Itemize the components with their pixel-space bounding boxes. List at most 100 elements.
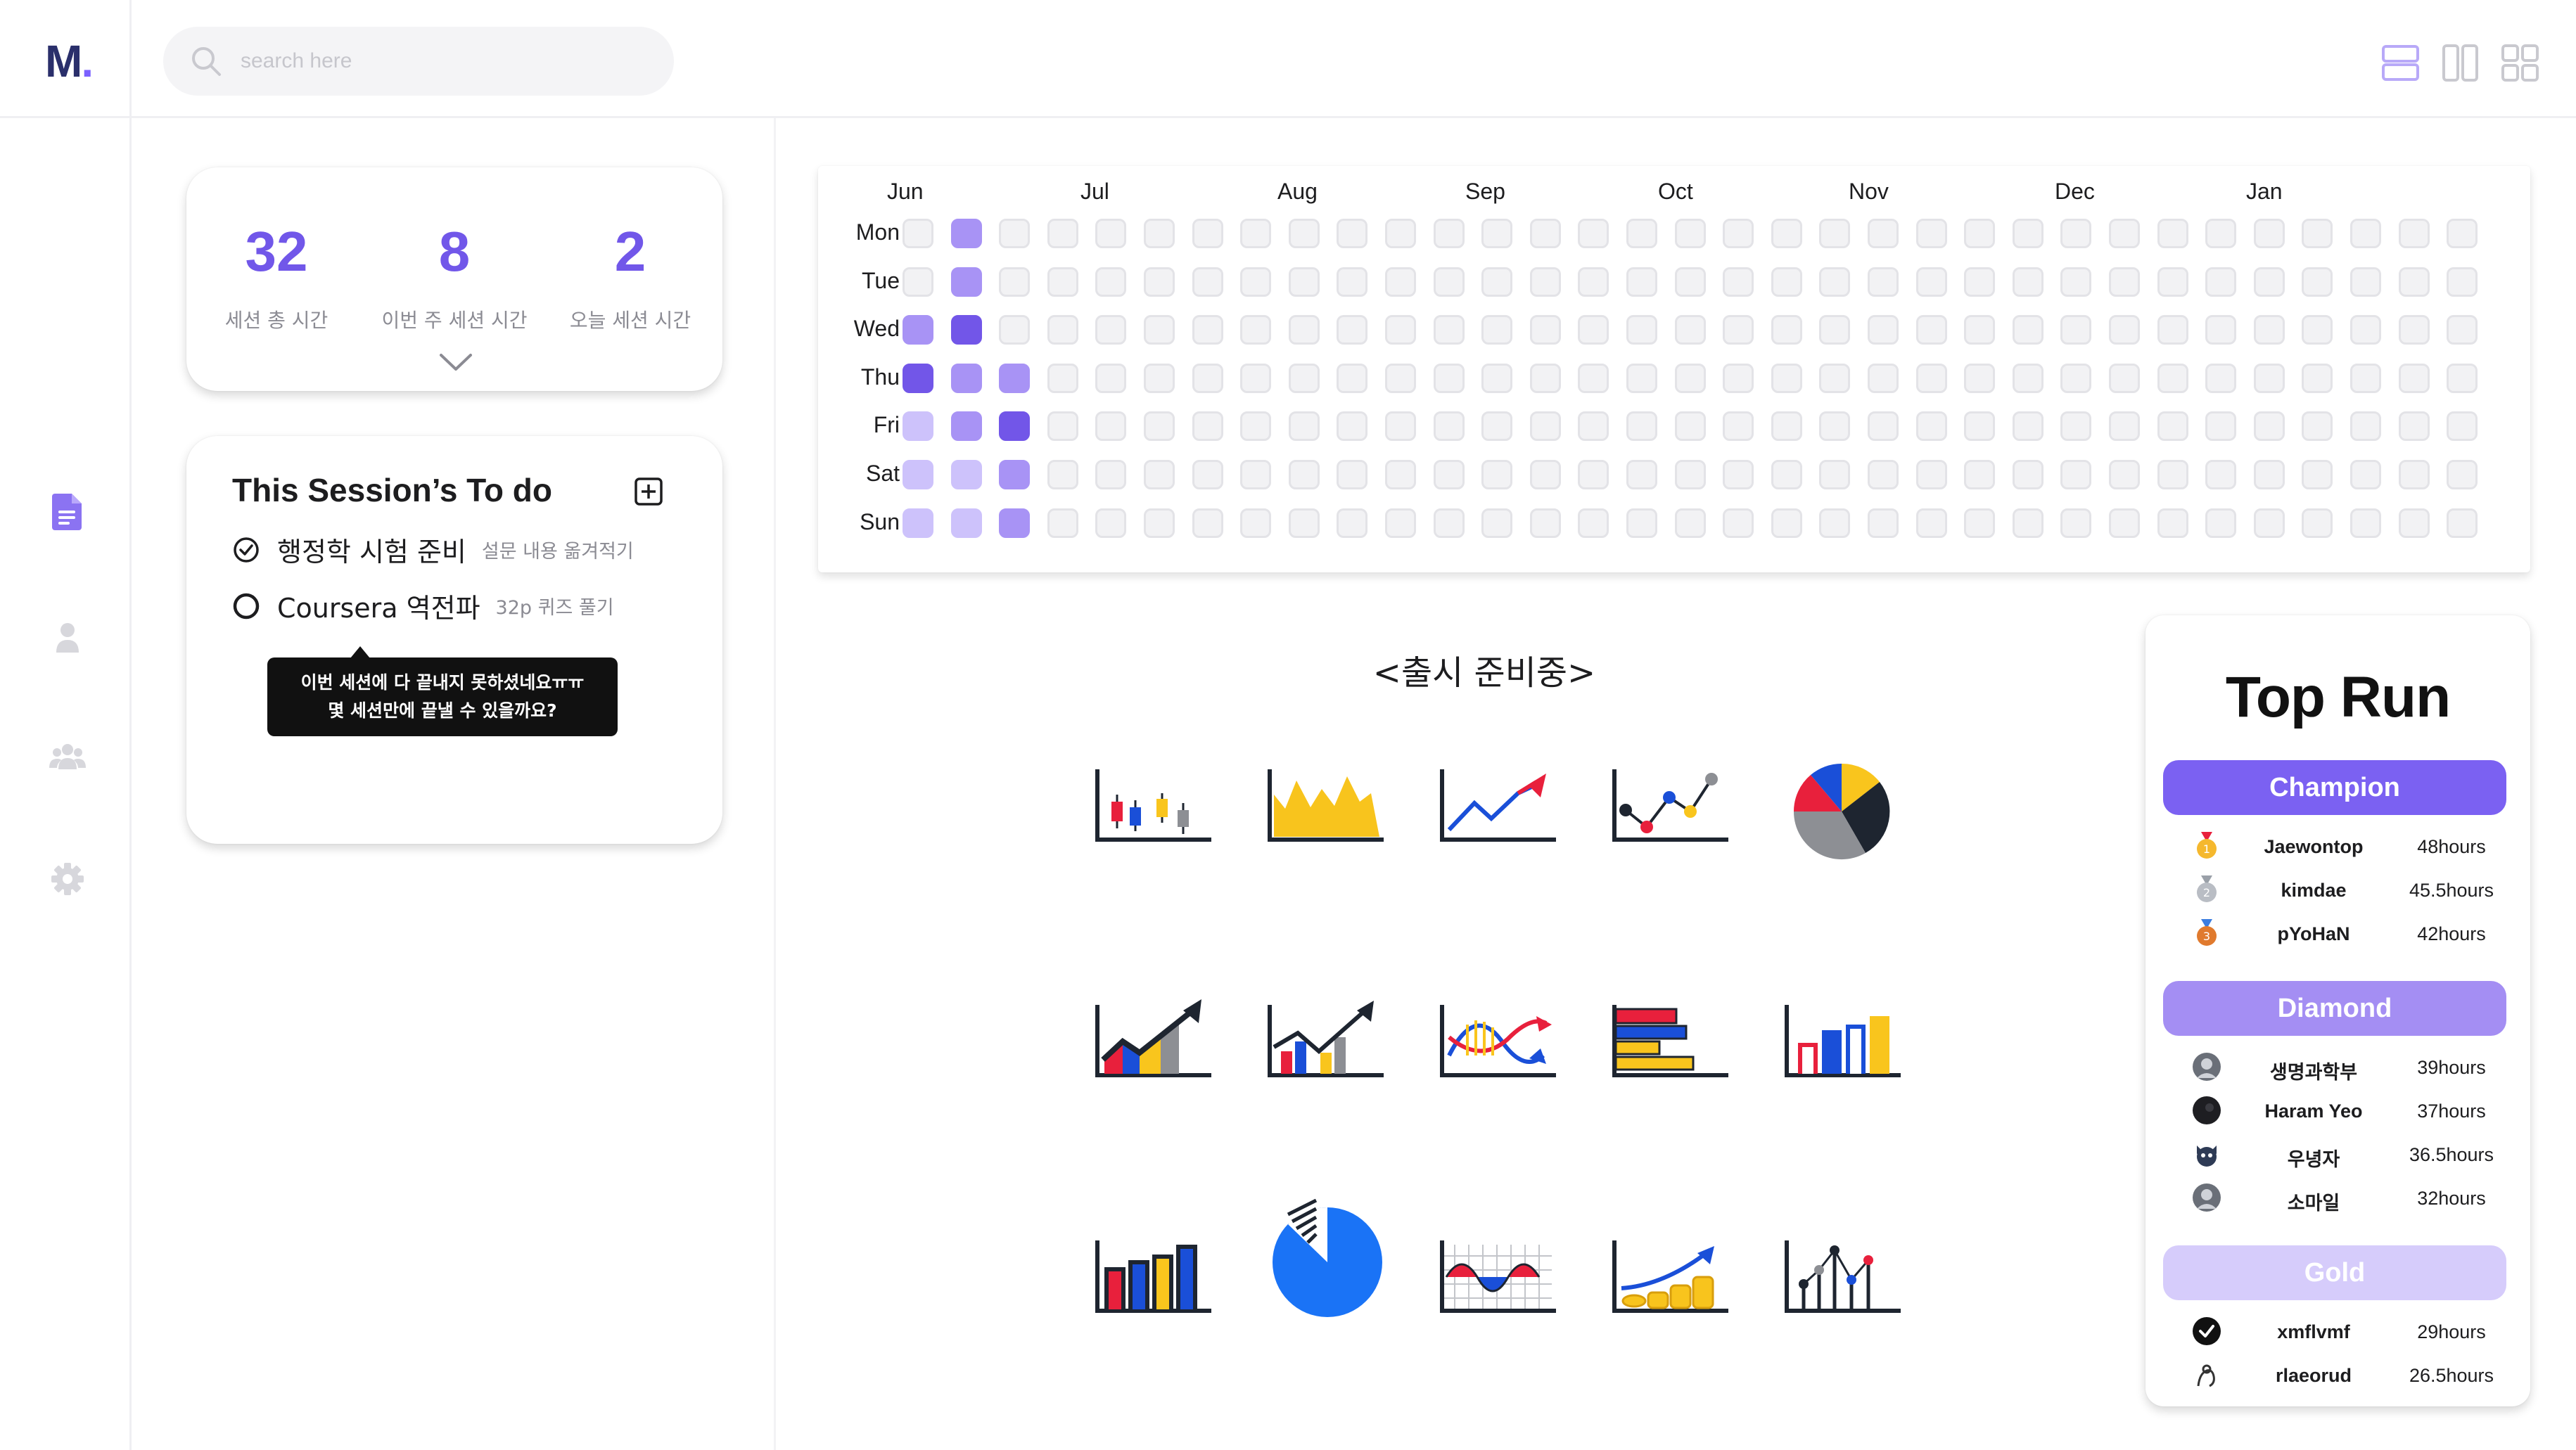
heatmap-cell[interactable]	[1192, 508, 1223, 538]
heatmap-cell[interactable]	[1385, 219, 1416, 248]
heatmap-cell[interactable]	[1626, 267, 1657, 297]
heatmap-cell[interactable]	[1095, 267, 1127, 297]
heatmap-cell[interactable]	[1433, 460, 1465, 489]
heatmap-cell[interactable]	[950, 267, 982, 297]
heatmap-cell[interactable]	[950, 460, 982, 489]
leaderboard-row[interactable]: 1 Jaewontop 48hours	[2191, 825, 2501, 867]
heatmap-cell[interactable]	[1288, 363, 1320, 393]
heatmap-cell[interactable]	[2205, 219, 2237, 248]
heatmap-cell[interactable]	[2253, 508, 2285, 538]
heatmap-cell[interactable]	[2157, 267, 2188, 297]
heatmap-cell[interactable]	[1626, 508, 1657, 538]
heatmap-cell[interactable]	[1674, 363, 1706, 393]
heatmap-cell[interactable]	[1529, 508, 1561, 538]
heatmap-cell[interactable]	[1771, 363, 1802, 393]
heatmap-cell[interactable]	[1529, 219, 1561, 248]
heatmap-cell[interactable]	[2157, 315, 2188, 345]
heatmap-cell[interactable]	[1915, 411, 1947, 442]
heatmap-cell[interactable]	[1337, 219, 1368, 248]
heatmap-cell[interactable]	[1723, 508, 1754, 538]
heatmap-cell[interactable]	[1481, 315, 1513, 345]
heatmap-cell[interactable]	[1964, 508, 1996, 538]
heatmap-cell[interactable]	[1529, 363, 1561, 393]
heatmap-cell[interactable]	[2253, 219, 2285, 248]
heatmap-cell[interactable]	[1240, 363, 1272, 393]
heatmap-cell[interactable]	[2302, 219, 2333, 248]
heatmap-cell[interactable]	[1047, 315, 1078, 345]
heatmap-cell[interactable]	[1481, 363, 1513, 393]
heatmap-cell[interactable]	[999, 411, 1031, 442]
heatmap-cell[interactable]	[2350, 411, 2381, 442]
heatmap-cell[interactable]	[2060, 411, 2092, 442]
heatmap-cell[interactable]	[1288, 460, 1320, 489]
heatmap-cell[interactable]	[1819, 267, 1851, 297]
heatmap-cell[interactable]	[1819, 363, 1851, 393]
heatmap-cell[interactable]	[2012, 219, 2043, 248]
heatmap-cell[interactable]	[1868, 219, 1899, 248]
heatmap-cell[interactable]	[2253, 315, 2285, 345]
heatmap-cell[interactable]	[1047, 219, 1078, 248]
heatmap-cell[interactable]	[2109, 219, 2140, 248]
heatmap-cell[interactable]	[2109, 460, 2140, 489]
heatmap-cell[interactable]	[1385, 315, 1416, 345]
heatmap-cell[interactable]	[903, 363, 933, 393]
heatmap-cell[interactable]	[1529, 460, 1561, 489]
heatmap-cell[interactable]	[1771, 508, 1802, 538]
heatmap-cell[interactable]	[2302, 508, 2333, 538]
heatmap-cell[interactable]	[1433, 363, 1465, 393]
group-icon[interactable]	[49, 737, 86, 776]
heatmap-cell[interactable]	[1915, 363, 1947, 393]
heatmap-cell[interactable]	[1578, 315, 1609, 345]
heatmap-cell[interactable]	[1868, 411, 1899, 442]
todo-item[interactable]: 행정학 시험 준비 설문 내용 옮겨적기	[232, 530, 634, 569]
heatmap-cell[interactable]	[2253, 267, 2285, 297]
heatmap-cell[interactable]	[950, 315, 982, 345]
heatmap-cell[interactable]	[2109, 363, 2140, 393]
heatmap-cell[interactable]	[1481, 508, 1513, 538]
heatmap-cell[interactable]	[1915, 219, 1947, 248]
heatmap-cell[interactable]	[1964, 460, 1996, 489]
heatmap-cell[interactable]	[1095, 411, 1127, 442]
heatmap-cell[interactable]	[1144, 411, 1175, 442]
heatmap-cell[interactable]	[1192, 411, 1223, 442]
heatmap-cell[interactable]	[1240, 315, 1272, 345]
checked-circle-icon[interactable]	[232, 536, 260, 564]
heatmap-cell[interactable]	[1095, 315, 1127, 345]
list-view-icon[interactable]	[2381, 44, 2420, 82]
heatmap-cell[interactable]	[1047, 411, 1078, 442]
heatmap-cell[interactable]	[1915, 315, 1947, 345]
heatmap-cell[interactable]	[1674, 315, 1706, 345]
heatmap-cell[interactable]	[1095, 460, 1127, 489]
heatmap-cell[interactable]	[1240, 267, 1272, 297]
heatmap-cell[interactable]	[1144, 219, 1175, 248]
heatmap-cell[interactable]	[1288, 411, 1320, 442]
heatmap-cell[interactable]	[2447, 363, 2478, 393]
heatmap-cell[interactable]	[1868, 315, 1899, 345]
heatmap-cell[interactable]	[950, 411, 982, 442]
heatmap-cell[interactable]	[1192, 267, 1223, 297]
heatmap-cell[interactable]	[1723, 267, 1754, 297]
heatmap-cell[interactable]	[2109, 267, 2140, 297]
heatmap-cell[interactable]	[1095, 363, 1127, 393]
heatmap-cell[interactable]	[1868, 508, 1899, 538]
heatmap-cell[interactable]	[2398, 508, 2430, 538]
heatmap-cell[interactable]	[2157, 460, 2188, 489]
heatmap-cell[interactable]	[1819, 508, 1851, 538]
heatmap-cell[interactable]	[1529, 267, 1561, 297]
heatmap-cell[interactable]	[1674, 508, 1706, 538]
heatmap-cell[interactable]	[1626, 315, 1657, 345]
heatmap-cell[interactable]	[2398, 363, 2430, 393]
heatmap-cell[interactable]	[2302, 267, 2333, 297]
heatmap-cell[interactable]	[1240, 508, 1272, 538]
heatmap-cell[interactable]	[903, 508, 933, 538]
heatmap-cell[interactable]	[1578, 411, 1609, 442]
heatmap-cell[interactable]	[1481, 460, 1513, 489]
tier-header-champion[interactable]: Champion	[2163, 760, 2506, 815]
heatmap-cell[interactable]	[1288, 267, 1320, 297]
heatmap-cell[interactable]	[1964, 363, 1996, 393]
heatmap-cell[interactable]	[1337, 315, 1368, 345]
heatmap-cell[interactable]	[2398, 267, 2430, 297]
heatmap-cell[interactable]	[2109, 315, 2140, 345]
heatmap-cell[interactable]	[1385, 363, 1416, 393]
heatmap-cell[interactable]	[1915, 267, 1947, 297]
